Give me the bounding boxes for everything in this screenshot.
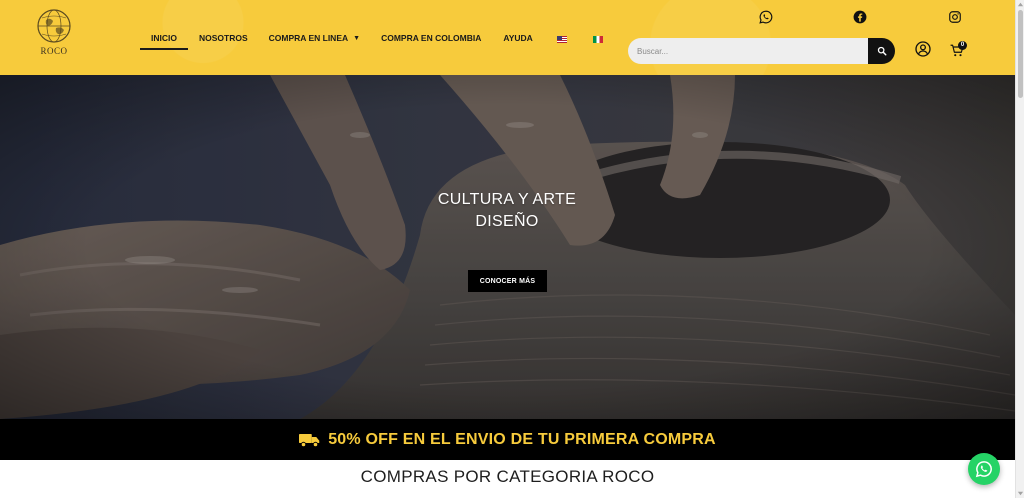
search-box [628,38,868,64]
globe-icon [37,9,71,43]
page-scrollbar[interactable] [1015,0,1024,498]
user-account-icon[interactable] [915,41,931,57]
whatsapp-icon [975,461,992,478]
logo[interactable]: ROCO [34,8,74,58]
hero-title-line1: CULTURA Y ARTE [437,191,577,208]
nav-item-label: COMPRA EN LINEA [268,33,349,43]
search-button[interactable] [868,38,895,64]
nav-item-ayuda[interactable]: AYUDA [503,30,532,50]
hero-title: CULTURA Y ARTE DISEÑO [407,189,607,233]
category-section-title: COMPRAS POR CATEGORIA ROCO [360,467,655,486]
chevron-down-icon: ▼ [353,35,361,42]
language-en-link[interactable] [556,30,567,50]
hero-title-line2: DISEÑO [475,213,539,230]
hero-banner: CULTURA Y ARTE DISEÑO CONOCER MÁS [0,75,1015,419]
search-icon [877,46,886,56]
whatsapp-chat-button[interactable] [968,453,1000,485]
scrollbar-thumb[interactable] [1018,10,1023,98]
instagram-icon[interactable] [948,10,962,24]
nav-item-compra-en-linea[interactable]: COMPRA EN LINEA ▼ [269,30,360,50]
nav-item-nosotros[interactable]: NOSOTROS [199,30,248,50]
conocer-mas-button[interactable]: CONOCER MÁS [468,270,547,292]
hero-pottery-image [0,75,1015,419]
promo-bar: 50% OFF EN EL ENVIO DE TU PRIMERA COMPRA [0,419,1015,460]
nav-item-compra-en-colombia[interactable]: COMPRA EN COLOMBIA [381,30,481,50]
italy-flag-icon [592,36,603,43]
search-input[interactable] [628,38,868,64]
scroll-up-arrow-icon[interactable] [1017,1,1024,8]
facebook-icon[interactable] [853,10,867,24]
main-nav: INICIO NOSOTROS COMPRA EN LINEA ▼ COMPRA … [140,30,603,50]
nav-item-inicio[interactable]: INICIO [140,30,188,50]
site-header: ROCO INICIO NOSOTROS COMPRA EN LINEA ▼ CO… [0,0,1015,75]
whatsapp-icon[interactable] [759,10,773,24]
language-it-link[interactable] [592,30,603,50]
promo-text: 50% OFF EN EL ENVIO DE TU PRIMERA COMPRA [328,430,716,448]
us-flag-icon [556,36,567,43]
cart-count-badge: 0 [958,41,967,50]
scroll-down-arrow-icon[interactable] [1017,490,1024,497]
truck-icon [299,433,320,447]
logo-text: ROCO [40,46,68,56]
